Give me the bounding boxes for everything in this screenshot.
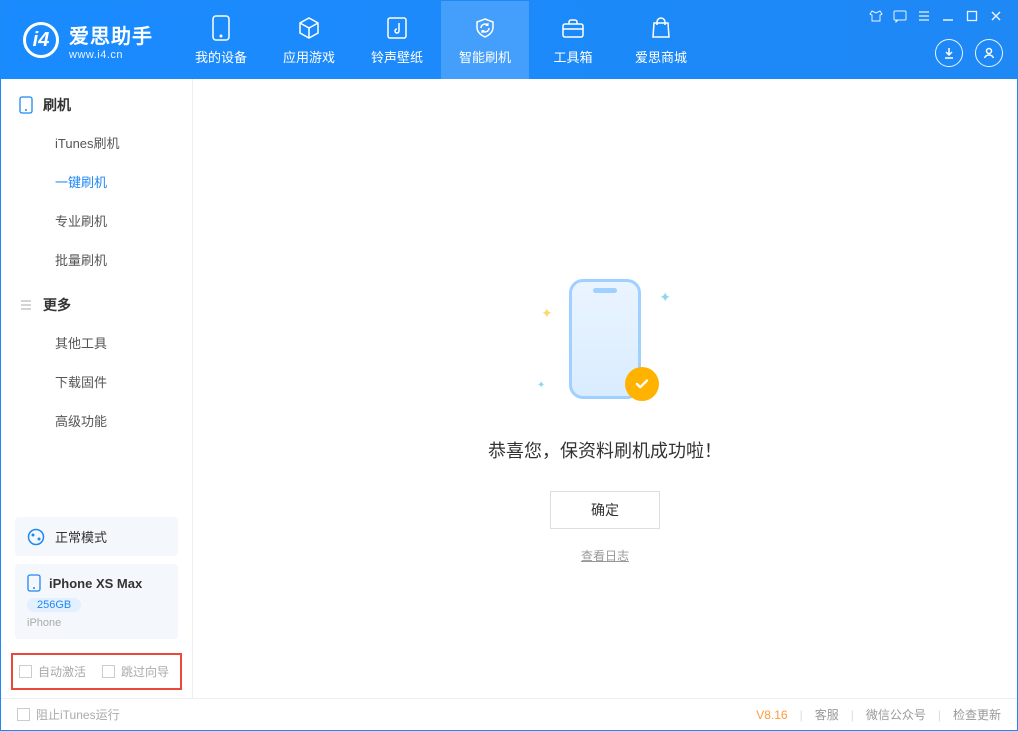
cube-icon — [296, 15, 322, 41]
mode-indicator[interactable]: 正常模式 — [15, 517, 178, 556]
shirt-icon[interactable] — [869, 9, 883, 23]
download-icon[interactable] — [935, 39, 963, 67]
sidebar-section-more: 更多 — [1, 279, 192, 323]
checkbox-auto-activate[interactable]: 自动激活 — [19, 663, 86, 680]
phone-icon — [208, 15, 234, 41]
logo: i4 爱思助手 www.i4.cn — [1, 1, 171, 79]
status-bar: 阻止iTunes运行 V8.16 | 客服 | 微信公众号 | 检查更新 — [1, 698, 1017, 730]
maximize-button[interactable] — [965, 9, 979, 23]
sidebar-item-other-tools[interactable]: 其他工具 — [1, 323, 192, 362]
header-action-icons — [935, 39, 1003, 67]
sidebar-item-pro-flash[interactable]: 专业刷机 — [1, 201, 192, 240]
tab-store[interactable]: 爱思商城 — [617, 1, 705, 79]
checkbox-icon — [19, 665, 32, 678]
checkbox-label: 自动激活 — [38, 663, 86, 680]
sparkle-icon: ✦ — [541, 305, 553, 322]
tab-smart-flash[interactable]: 智能刷机 — [441, 1, 529, 79]
tab-label: 我的设备 — [195, 47, 247, 66]
tab-label: 智能刷机 — [459, 47, 511, 66]
close-button[interactable] — [989, 9, 1003, 23]
support-link[interactable]: 客服 — [815, 706, 839, 723]
checkbox-label: 阻止iTunes运行 — [36, 706, 120, 723]
feedback-icon[interactable] — [893, 9, 907, 23]
user-icon[interactable] — [975, 39, 1003, 67]
sidebar-item-download-firmware[interactable]: 下载固件 — [1, 362, 192, 401]
wechat-link[interactable]: 微信公众号 — [866, 706, 926, 723]
success-check-icon — [625, 367, 659, 401]
device-info[interactable]: iPhone XS Max 256GB iPhone — [15, 564, 178, 639]
device-phone-icon — [27, 574, 41, 592]
logo-icon: i4 — [23, 22, 59, 58]
sparkle-icon: ✦ — [659, 289, 671, 306]
toolbox-icon — [560, 15, 586, 41]
device-storage-badge: 256GB — [27, 598, 81, 612]
sparkle-icon: ✦ — [537, 380, 545, 391]
checkbox-icon — [17, 708, 30, 721]
tab-ringtone-wallpaper[interactable]: 铃声壁纸 — [353, 1, 441, 79]
tab-label: 爱思商城 — [635, 47, 687, 66]
main-content: ✦ ✦ ✦ 恭喜您，保资料刷机成功啦！ 确定 查看日志 — [193, 79, 1017, 698]
check-update-link[interactable]: 检查更新 — [953, 706, 1001, 723]
sidebar-item-advanced[interactable]: 高级功能 — [1, 401, 192, 440]
checkbox-label: 跳过向导 — [121, 663, 169, 680]
window-controls — [869, 9, 1003, 23]
success-illustration: ✦ ✦ ✦ — [555, 279, 655, 409]
mode-label: 正常模式 — [55, 527, 107, 546]
flash-options-row: 自动激活 跳过向导 — [11, 653, 182, 690]
tab-label: 工具箱 — [553, 47, 592, 66]
music-icon — [384, 15, 410, 41]
device-icon — [19, 96, 33, 114]
version-label: V8.16 — [756, 708, 787, 722]
checkbox-block-itunes[interactable]: 阻止iTunes运行 — [17, 706, 120, 723]
bag-icon — [648, 15, 674, 41]
tab-apps-games[interactable]: 应用游戏 — [265, 1, 353, 79]
tab-label: 铃声壁纸 — [371, 47, 423, 66]
sidebar-item-batch-flash[interactable]: 批量刷机 — [1, 240, 192, 279]
sidebar: 刷机 iTunes刷机 一键刷机 专业刷机 批量刷机 更多 其他工具 下载固件 … — [1, 79, 193, 698]
mode-icon — [27, 528, 45, 546]
device-type: iPhone — [27, 617, 166, 629]
list-icon — [19, 298, 33, 312]
view-log-link[interactable]: 查看日志 — [581, 547, 629, 564]
refresh-shield-icon — [472, 15, 498, 41]
sidebar-section-flash: 刷机 — [1, 79, 192, 123]
success-message: 恭喜您，保资料刷机成功啦！ — [488, 437, 722, 463]
device-name-text: iPhone XS Max — [49, 576, 142, 591]
checkbox-icon — [102, 665, 115, 678]
tab-toolbox[interactable]: 工具箱 — [529, 1, 617, 79]
app-header: i4 爱思助手 www.i4.cn 我的设备 应用游戏 铃声壁纸 智能刷机 工具… — [1, 1, 1017, 79]
sidebar-item-itunes-flash[interactable]: iTunes刷机 — [1, 123, 192, 162]
app-subtitle: www.i4.cn — [69, 49, 153, 61]
sidebar-item-oneclick-flash[interactable]: 一键刷机 — [1, 162, 192, 201]
menu-icon[interactable] — [917, 9, 931, 23]
minimize-button[interactable] — [941, 9, 955, 23]
app-title: 爱思助手 — [69, 20, 153, 49]
main-tabs: 我的设备 应用游戏 铃声壁纸 智能刷机 工具箱 爱思商城 — [177, 1, 705, 79]
tab-my-device[interactable]: 我的设备 — [177, 1, 265, 79]
checkbox-skip-guide[interactable]: 跳过向导 — [102, 663, 169, 680]
tab-label: 应用游戏 — [283, 47, 335, 66]
ok-button[interactable]: 确定 — [550, 491, 660, 529]
